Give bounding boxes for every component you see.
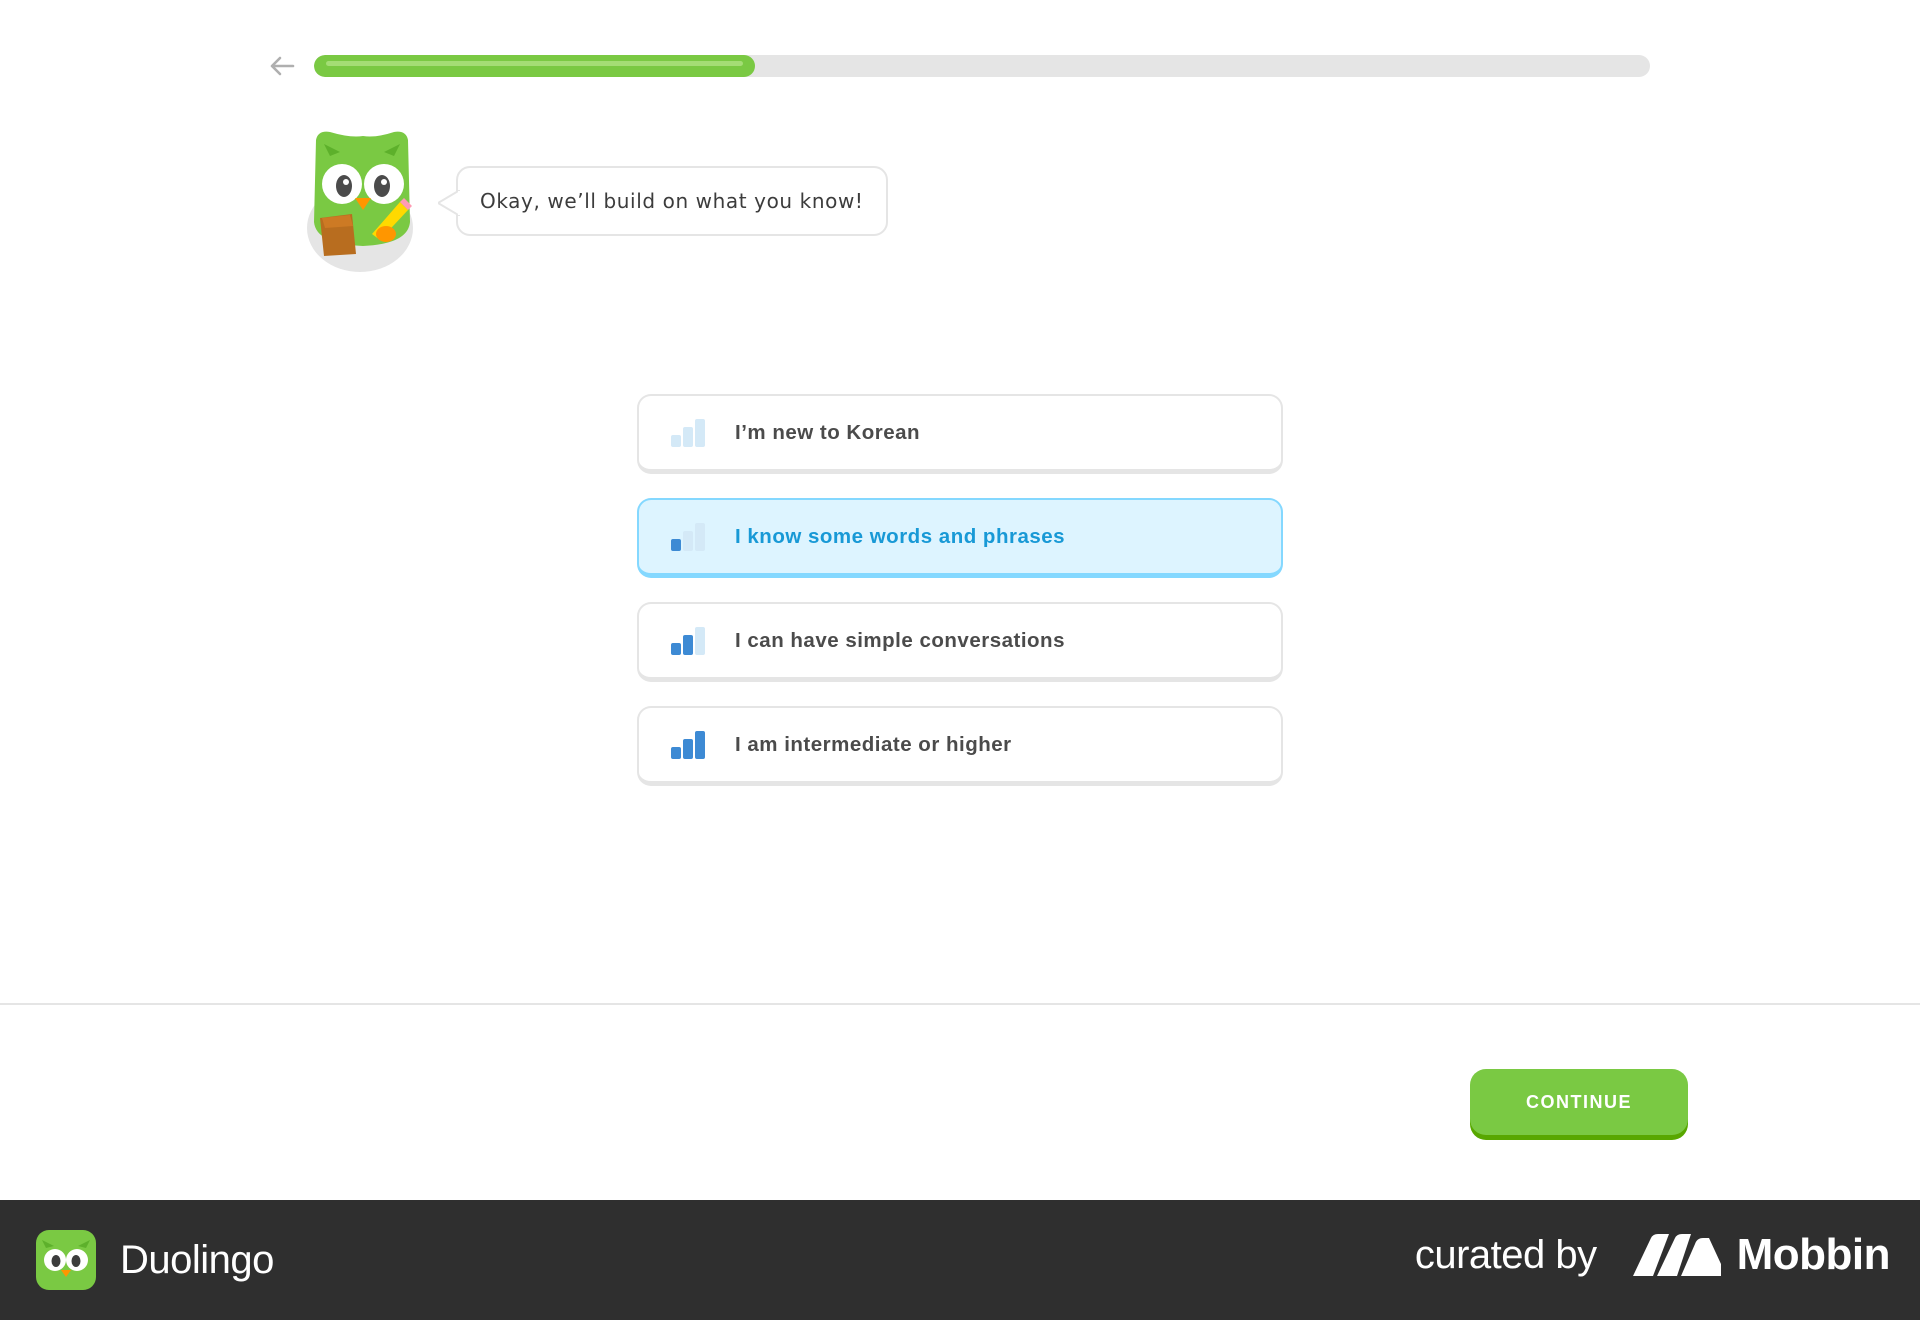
back-button[interactable]	[266, 50, 298, 82]
signal-bars-3-icon	[671, 730, 705, 759]
curated-by: curated by Mobbin	[1414, 1230, 1891, 1280]
curator-name: Mobbin	[1736, 1230, 1891, 1279]
signal-bar-3	[695, 522, 705, 551]
level-options-list: I’m new to Korean I know some words and …	[637, 394, 1283, 786]
progress-fill	[314, 55, 755, 77]
option-new[interactable]: I’m new to Korean	[637, 394, 1283, 474]
signal-bar-2	[683, 530, 693, 551]
speech-text: Okay, we’ll build on what you know!	[480, 189, 864, 213]
signal-bars-1-icon	[671, 522, 705, 551]
option-label: I am intermediate or higher	[735, 732, 1012, 756]
option-label: I can have simple conversations	[735, 628, 1065, 652]
mobbin-logo-icon	[1632, 1234, 1721, 1276]
brand-strip: Duolingo curated by Mobbin	[0, 1200, 1920, 1320]
duo-owl-mascot-icon	[307, 131, 413, 272]
lesson-progress-bar	[314, 55, 1650, 77]
language-level-screen: Okay, we’ll build on what you know! I’m …	[0, 0, 1920, 1320]
option-simple-conversations[interactable]: I can have simple conversations	[637, 602, 1283, 682]
footer-divider	[0, 1003, 1920, 1005]
signal-bar-2	[683, 426, 693, 447]
speech-bubble: Okay, we’ll build on what you know!	[438, 166, 888, 236]
progress-shine	[326, 61, 743, 66]
app-name: Duolingo	[120, 1237, 274, 1282]
signal-bar-1	[671, 746, 681, 759]
signal-bar-3	[695, 730, 705, 759]
signal-bar-3	[695, 418, 705, 447]
signal-bar-1	[671, 538, 681, 551]
signal-bar-3	[695, 626, 705, 655]
option-some-words[interactable]: I know some words and phrases	[637, 498, 1283, 578]
continue-button[interactable]: CONTINUE	[1470, 1069, 1688, 1135]
option-label: I’m new to Korean	[735, 420, 921, 444]
duolingo-logo-icon	[36, 1230, 96, 1290]
signal-bar-1	[671, 642, 681, 655]
option-label: I know some words and phrases	[735, 524, 1066, 548]
signal-bar-1	[671, 434, 681, 447]
speech-bubble-tail	[438, 190, 460, 216]
signal-bar-2	[683, 634, 693, 655]
signal-bars-2-icon	[671, 626, 705, 655]
app-brand: Duolingo	[36, 1230, 274, 1290]
curated-by-text: curated by	[1414, 1232, 1597, 1277]
arrow-left-icon	[270, 56, 295, 76]
signal-bars-0-icon	[671, 418, 705, 447]
signal-bar-2	[683, 738, 693, 759]
option-intermediate[interactable]: I am intermediate or higher	[637, 706, 1283, 786]
